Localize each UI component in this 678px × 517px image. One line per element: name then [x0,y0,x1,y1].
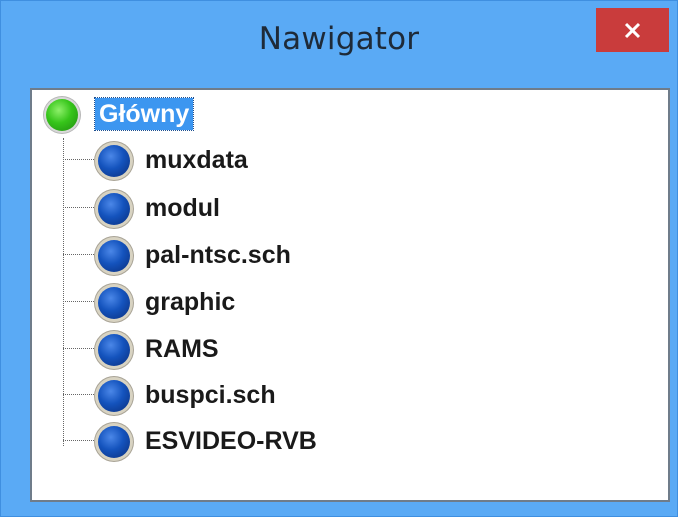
tree-connector-vertical [63,138,64,446]
tree-node-label[interactable]: modul [145,192,220,224]
tree-connector [63,440,98,441]
tree-node-label[interactable]: pal-ntsc.sch [145,239,291,271]
tree-connector [63,394,98,395]
blue-ball-icon [98,426,130,458]
title-bar[interactable]: Nawigator [1,1,677,83]
blue-ball-icon [98,380,130,412]
green-ball-icon [46,99,78,131]
close-button[interactable] [596,8,669,52]
blue-ball-icon [98,287,130,319]
tree-connector [63,254,98,255]
tree-connector [63,301,98,302]
navigator-window: Nawigator Główny muxdata modul pal-ntsc.… [0,0,678,517]
tree-connector [63,207,98,208]
blue-ball-icon [98,240,130,272]
blue-ball-icon [98,145,130,177]
tree-node-label[interactable]: ESVIDEO-RVB [145,425,317,457]
blue-ball-icon [98,334,130,366]
tree-node-label[interactable]: Główny [93,97,195,131]
tree-node-label[interactable]: graphic [145,286,235,318]
window-title: Nawigator [258,21,420,57]
tree-connector [63,159,98,160]
close-icon [624,22,641,39]
blue-ball-icon [98,193,130,225]
tree-node-label[interactable]: RAMS [145,333,219,365]
tree-node-label[interactable]: muxdata [145,144,248,176]
tree-view[interactable]: Główny muxdata modul pal-ntsc.sch graphi… [30,88,670,502]
tree-connector [63,348,98,349]
tree-node-label[interactable]: buspci.sch [145,379,276,411]
